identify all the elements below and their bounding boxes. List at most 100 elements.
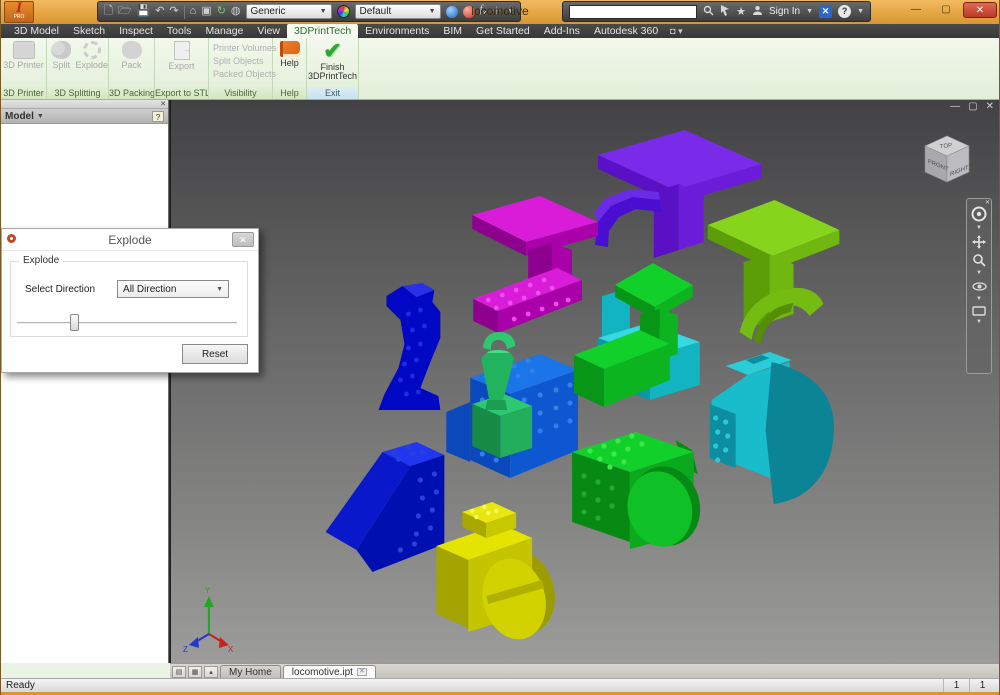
chevron-down-icon: ▼ — [37, 113, 44, 120]
printer-volumes-toggle[interactable]: Printer Volumes — [213, 43, 268, 53]
chevron-down-icon[interactable]: ▼ — [976, 271, 982, 276]
user-icon[interactable] — [752, 5, 763, 19]
help-icon[interactable]: ? — [838, 5, 851, 18]
doc-minimize-icon[interactable]: — — [950, 101, 960, 112]
scene-svg[interactable]: YXZ — [171, 100, 999, 663]
packed-objects-toggle[interactable]: Packed Objects — [213, 69, 268, 79]
search-input[interactable] — [569, 5, 697, 19]
navbar-more-icon[interactable]: ▼ — [976, 320, 982, 325]
group-label[interactable]: 3D Printer — [1, 87, 46, 99]
ribbon-filler — [359, 38, 999, 99]
explode-slider-thumb[interactable] — [70, 314, 79, 331]
slider-track[interactable] — [17, 322, 237, 324]
browser-header[interactable]: Model ▼ ? — [1, 109, 168, 124]
status-message: Ready — [6, 680, 35, 691]
tab-inspect[interactable]: Inspect — [112, 24, 160, 38]
group-label[interactable]: 3D Packing — [109, 87, 154, 99]
direction-dropdown[interactable]: All Direction ▼ — [117, 280, 229, 298]
arrange-windows-icon[interactable]: ▤ — [172, 666, 186, 678]
part-cyan-smokebox[interactable] — [710, 352, 834, 504]
browser-toolbar-strip: ✕ — [1, 100, 168, 109]
doc-close-icon[interactable]: ✕ — [986, 101, 994, 112]
group-exit: ✔ Finish 3DPrintTech Exit — [307, 38, 359, 99]
group-label[interactable]: Visibility — [209, 87, 272, 99]
viewport[interactable]: YXZ — ▢ ✕ TOP FRONT RIGHT ✕ ▼ ▼ — [170, 100, 999, 663]
part-blue-pilot[interactable] — [326, 442, 445, 572]
help-chevron-icon[interactable]: ▼ — [857, 8, 864, 15]
group-label[interactable]: 3D Splitting — [47, 87, 108, 99]
tab-autodesk-360[interactable]: Autodesk 360 — [587, 24, 665, 38]
tab-manage[interactable]: Manage — [198, 24, 250, 38]
group-label[interactable]: Export to STL — [155, 87, 208, 99]
close-icon[interactable]: ✕ — [160, 100, 166, 109]
zoom-icon[interactable] — [972, 253, 986, 267]
status-bar: Ready 1 1 — [1, 678, 999, 692]
chevron-down-icon[interactable]: ▼ — [976, 297, 982, 302]
orbit-icon[interactable] — [972, 280, 987, 293]
favorites-star-icon[interactable]: ★ — [736, 5, 746, 18]
navigation-bar[interactable]: ✕ ▼ ▼ ▼ ▼ — [966, 198, 992, 374]
explode-dialog[interactable]: Explode ✕ Explode Select Direction All D… — [1, 228, 259, 373]
part-yellow-tender[interactable] — [436, 502, 563, 647]
svg-text:Y: Y — [205, 586, 211, 595]
cursor-help-icon[interactable] — [720, 5, 730, 19]
tab-my-home[interactable]: My Home — [220, 665, 281, 678]
help-book-icon — [280, 41, 300, 57]
explode-dialog-titlebar[interactable]: Explode ✕ — [2, 229, 258, 251]
reset-button[interactable]: Reset — [182, 344, 248, 364]
tab-sketch[interactable]: Sketch — [66, 24, 112, 38]
doc-restore-icon[interactable]: ▢ — [968, 101, 977, 112]
tile-windows-icon[interactable]: ▦ — [188, 666, 202, 678]
minimize-button[interactable]: — — [903, 2, 929, 18]
tab-bim[interactable]: BIM — [436, 24, 469, 38]
pan-hand-icon[interactable] — [972, 235, 986, 249]
help-button[interactable]: Help — [273, 38, 306, 88]
group-3d-printer: 3D Printer 3D Printer — [1, 38, 47, 99]
explode-slider[interactable] — [17, 314, 237, 332]
look-at-icon[interactable] — [972, 306, 986, 316]
close-icon[interactable]: ✕ — [985, 199, 990, 206]
sign-in-label[interactable]: Sign In — [769, 6, 800, 17]
search-icon[interactable] — [703, 5, 714, 19]
part-purple-arm[interactable] — [594, 189, 662, 247]
steering-wheel-icon[interactable] — [971, 206, 987, 222]
tab-get-started[interactable]: Get Started — [469, 24, 537, 38]
pack-button[interactable]: Pack — [109, 38, 154, 88]
group-label[interactable]: Help — [273, 87, 306, 99]
button-label: Pack — [121, 61, 141, 70]
tab-view[interactable]: View — [250, 24, 287, 38]
browser-help-icon[interactable]: ? — [152, 111, 164, 122]
part-magenta-bracket[interactable] — [472, 196, 598, 333]
tab-3dprinttech[interactable]: 3DPrintTech — [287, 24, 358, 38]
explode-button[interactable]: Explode — [75, 38, 108, 88]
maximize-button[interactable]: ▢ — [933, 2, 959, 18]
tab-tools[interactable]: Tools — [160, 24, 199, 38]
tab-environments[interactable]: Environments — [358, 24, 436, 38]
dialog-close-button[interactable]: ✕ — [232, 232, 254, 247]
tab-add-ins[interactable]: Add-Ins — [537, 24, 587, 38]
main-area: ✕ Model ▼ ? YXZ — ▢ ✕ TOP FRONT RIG — [1, 100, 999, 663]
part-lime-table[interactable] — [708, 200, 840, 329]
3d-printer-button[interactable]: 3D Printer — [1, 38, 46, 88]
split-objects-toggle[interactable]: Split Objects — [213, 56, 268, 66]
group-3d-splitting: Split Explode 3D Splitting — [47, 38, 109, 99]
view-cube[interactable]: TOP FRONT RIGHT — [911, 120, 983, 192]
tab-3d-model[interactable]: 3D Model — [7, 24, 66, 38]
part-navy-crank[interactable] — [378, 283, 440, 410]
doc-tab-close-icon[interactable]: ✕ — [357, 668, 367, 676]
exchange-apps-icon[interactable]: ✕ — [819, 5, 832, 18]
finish-3dprinttech-button[interactable]: ✔ Finish 3DPrintTech — [307, 38, 358, 88]
part-origin-triad[interactable]: YXZ — [183, 586, 234, 654]
inventor-window: I PRO 🗋 🗁 💾 ↶ ↷ ⌂ ▣ ↻ ◍ Generic ▼ Defaul… — [0, 0, 1000, 695]
sign-in-chevron-icon[interactable]: ▼ — [806, 8, 813, 15]
part-green-driver[interactable] — [572, 432, 709, 554]
tab-locomotive-ipt[interactable]: locomotive.ipt ✕ — [283, 665, 376, 678]
chevron-down-icon[interactable]: ▼ — [976, 226, 982, 231]
expand-tabs-icon[interactable]: ▴ — [204, 666, 218, 678]
split-button[interactable]: Split — [47, 38, 75, 88]
explode-groupbox: Explode Select Direction All Direction ▼ — [10, 261, 248, 337]
export-button[interactable]: Export — [155, 38, 208, 88]
close-button[interactable]: ✕ — [963, 2, 997, 18]
group-label[interactable]: Exit — [307, 87, 358, 99]
ribbon-display-icon[interactable]: ◘ ▾ — [665, 24, 687, 38]
